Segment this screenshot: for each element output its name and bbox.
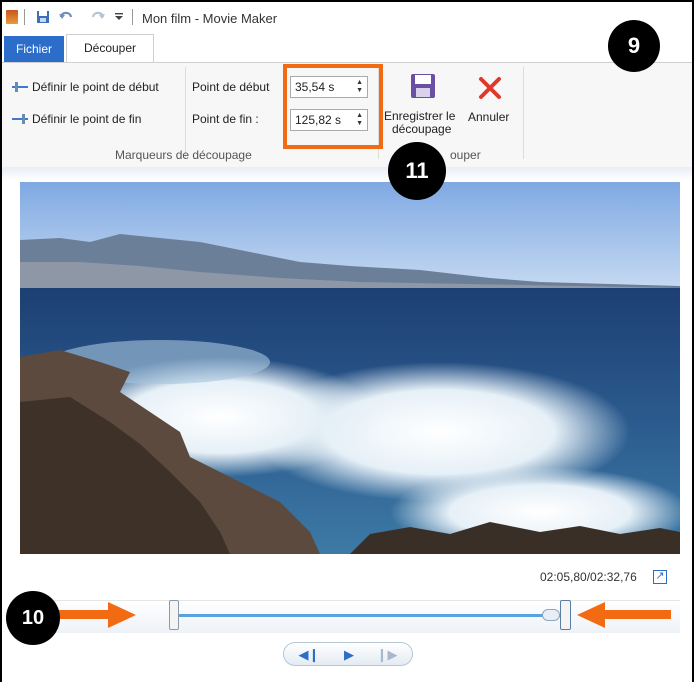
cancel-label: Annuler xyxy=(468,110,510,124)
annotation-badge-10: 10 xyxy=(6,591,60,645)
set-end-icon xyxy=(12,114,28,124)
expand-icon[interactable]: ↗ xyxy=(653,570,667,584)
tab-fichier[interactable]: Fichier xyxy=(4,36,64,62)
ribbon-tabs: Fichier Découper xyxy=(2,34,692,63)
markers-group-label: Marqueurs de découpage xyxy=(115,148,252,162)
cancel-icon xyxy=(479,77,501,99)
set-end-label: Définir le point de fin xyxy=(32,112,142,126)
redo-icon[interactable] xyxy=(90,9,106,23)
trim-points-highlight xyxy=(283,64,383,149)
toolbar-separator xyxy=(132,9,133,25)
preview-top-shade xyxy=(2,167,692,181)
annotation-badge-11: 11 xyxy=(388,142,446,200)
next-frame-icon[interactable]: ❙▶ xyxy=(372,646,402,664)
set-start-label: Définir le point de début xyxy=(32,80,159,94)
movie-maker-app-icon xyxy=(6,10,18,24)
toolbar-separator xyxy=(24,9,25,25)
start-point-label: Point de début xyxy=(192,80,270,94)
cancel-trim-button[interactable]: Annuler xyxy=(468,73,518,124)
playback-position-indicator[interactable] xyxy=(542,609,561,621)
annotation-badge-9: 9 xyxy=(608,20,660,72)
save-trim-icon xyxy=(411,74,435,98)
trim-end-handle[interactable] xyxy=(560,600,572,630)
group-separator xyxy=(523,67,524,159)
group-separator xyxy=(185,67,186,159)
playback-timecode: 02:05,80/02:32,76 xyxy=(540,570,637,584)
quick-save-icon[interactable] xyxy=(36,10,50,24)
annotation-arrow-right xyxy=(58,602,136,628)
transport-controls: ◀❙ ▶ ❙▶ xyxy=(283,642,413,666)
trim-group-label: ouper xyxy=(450,148,481,162)
undo-icon[interactable] xyxy=(58,9,74,23)
trim-selection-range xyxy=(174,614,566,617)
end-point-label: Point de fin : xyxy=(192,112,259,126)
tab-decouper[interactable]: Découper xyxy=(66,34,154,63)
save-trim-button[interactable]: Enregistrer le découpage xyxy=(384,73,464,139)
annotation-arrow-left xyxy=(577,602,671,628)
previous-frame-icon[interactable]: ◀❙ xyxy=(294,646,324,664)
video-preview[interactable] xyxy=(20,182,680,554)
window-title: Mon film - Movie Maker xyxy=(142,11,278,26)
customize-toolbar-icon[interactable] xyxy=(114,12,124,22)
set-start-icon xyxy=(12,82,28,92)
play-icon[interactable]: ▶ xyxy=(334,646,364,664)
title-bar: Mon film - Movie Maker xyxy=(2,2,692,32)
save-trim-label-2: découpage xyxy=(392,122,452,136)
trim-start-handle[interactable] xyxy=(169,600,180,630)
